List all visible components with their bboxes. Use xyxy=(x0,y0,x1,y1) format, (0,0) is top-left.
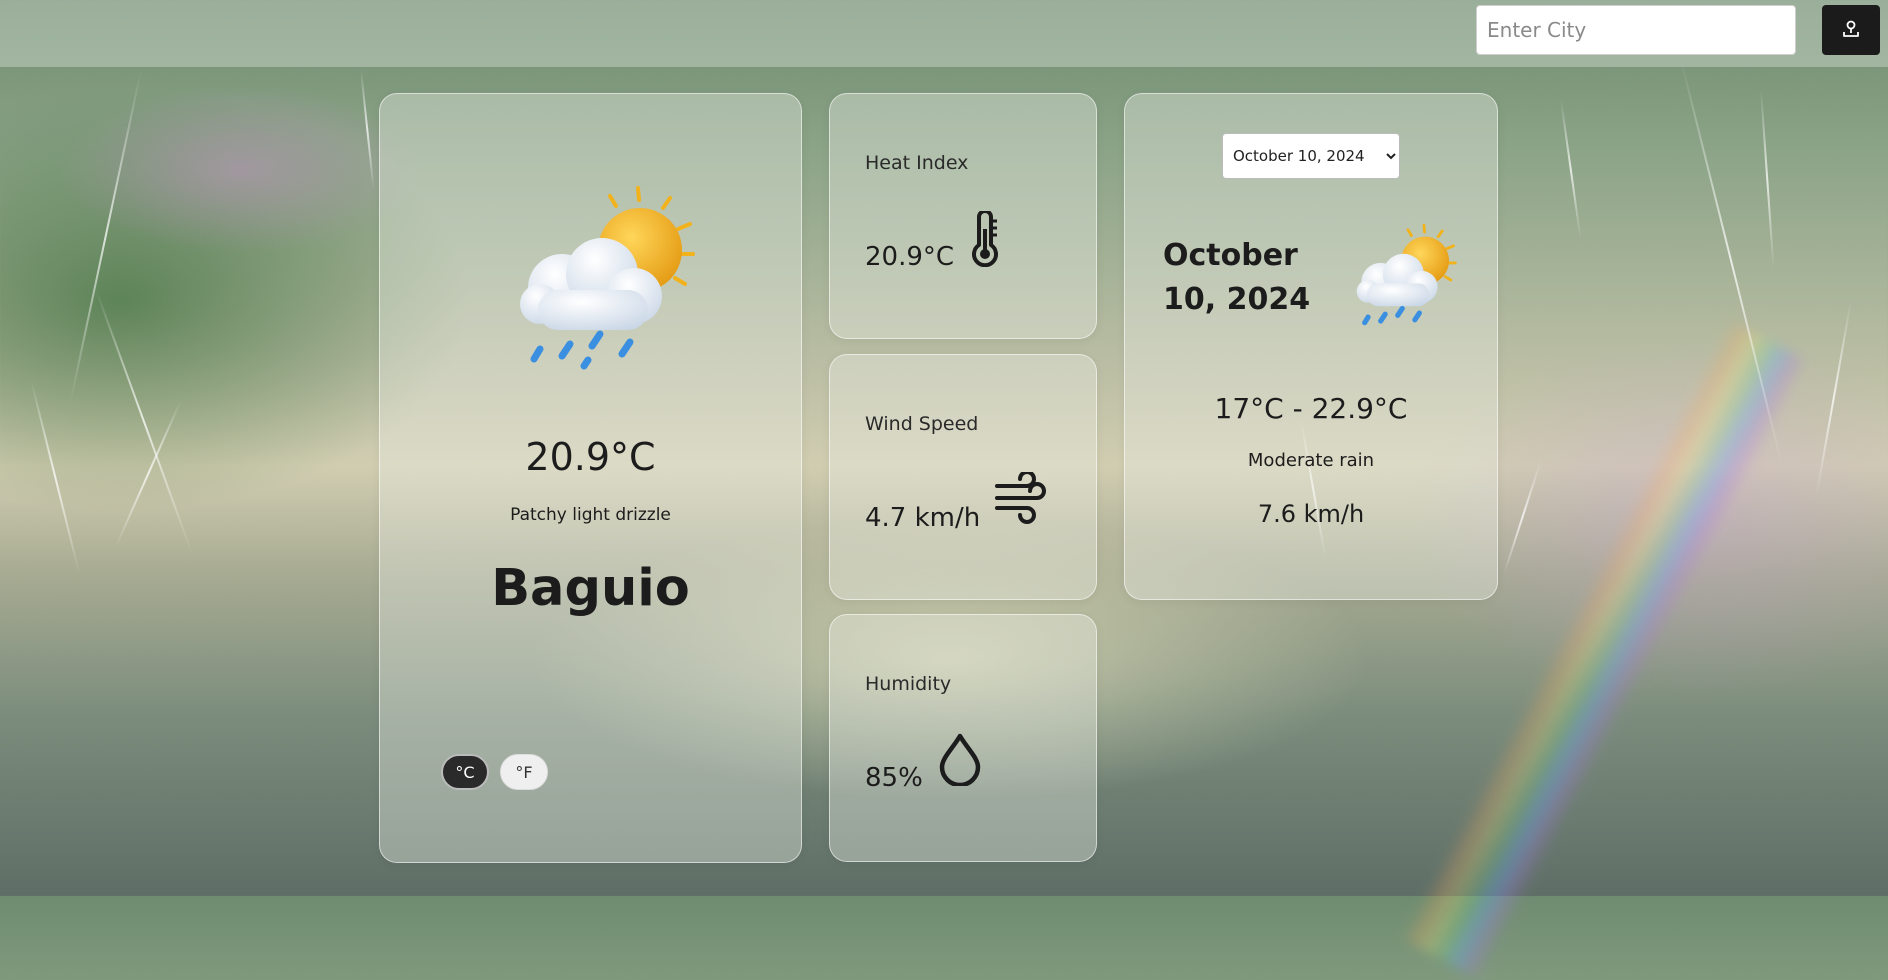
humidity-value: 85% xyxy=(865,763,923,793)
current-temperature: 20.9°C xyxy=(525,435,656,479)
sun-cloud-rain-icon xyxy=(1351,223,1457,329)
droplet-icon xyxy=(937,732,983,790)
locate-button[interactable] xyxy=(1822,5,1880,55)
wind-speed-value: 4.7 km/h xyxy=(865,503,981,533)
humidity-label: Humidity xyxy=(865,673,952,695)
current-condition: Patchy light drizzle xyxy=(510,505,671,525)
wind-icon xyxy=(993,470,1049,530)
city-search-input[interactable] xyxy=(1476,5,1796,55)
location-upload-icon xyxy=(1841,19,1861,42)
forecast-date-select[interactable]: October 10, 2024 xyxy=(1222,133,1400,179)
heat-index-card: Heat Index 20.9°C xyxy=(829,93,1097,339)
wind-speed-label: Wind Speed xyxy=(865,413,979,435)
sun-cloud-rain-icon xyxy=(510,184,696,370)
thermometer-icon xyxy=(967,209,1003,271)
forecast-date-heading: October 10, 2024 xyxy=(1163,238,1311,317)
city-name: Baguio xyxy=(491,559,690,618)
heat-index-value: 20.9°C xyxy=(865,242,955,272)
forecast-temp-range: 17°C - 22.9°C xyxy=(1214,392,1408,425)
celsius-toggle[interactable]: °C xyxy=(441,754,489,790)
heat-index-label: Heat Index xyxy=(865,152,969,174)
current-weather-card: 20.9°C Patchy light drizzle Baguio °C °F xyxy=(379,93,802,863)
wind-speed-card: Wind Speed 4.7 km/h xyxy=(829,354,1097,600)
forecast-card: October 10, 2024 October 10, 2024 17°C -… xyxy=(1124,93,1498,600)
fahrenheit-toggle[interactable]: °F xyxy=(500,754,548,790)
forecast-condition: Moderate rain xyxy=(1247,450,1375,471)
humidity-card: Humidity 85% xyxy=(829,614,1097,862)
forecast-wind: 7.6 km/h xyxy=(1257,500,1365,528)
